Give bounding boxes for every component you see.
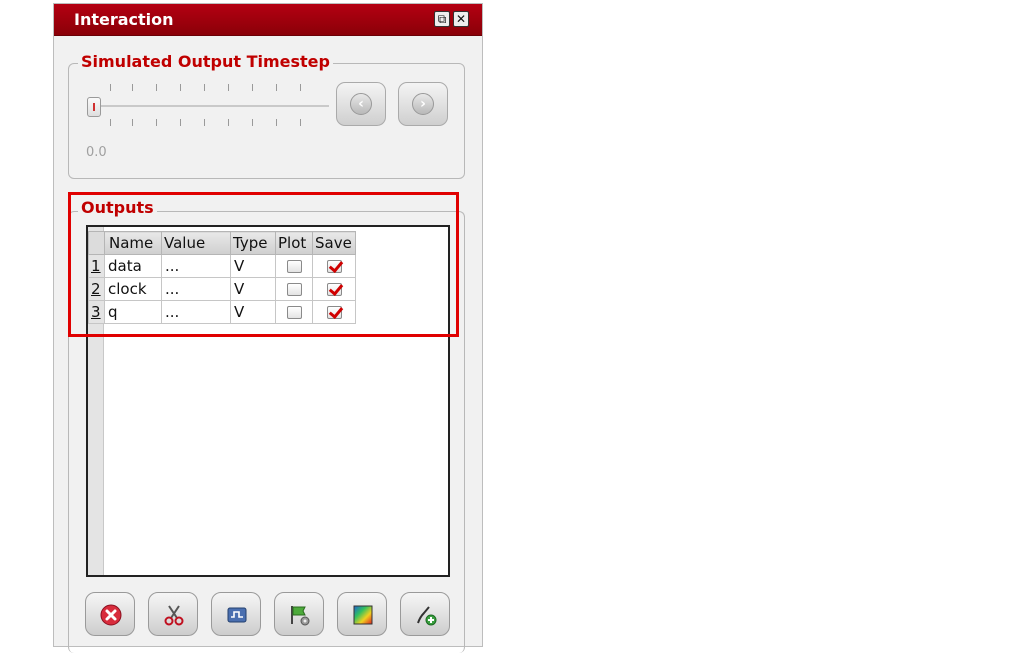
next-timestep-button[interactable]: › — [398, 82, 448, 126]
slider-tick — [110, 84, 111, 91]
delete-output-button[interactable] — [85, 592, 135, 636]
panel-title: Interaction — [74, 10, 174, 29]
arrow-right-icon: › — [412, 93, 434, 115]
slider-tick — [110, 119, 111, 126]
flag-settings-icon — [291, 606, 310, 626]
slider-tick — [228, 84, 229, 91]
timestep-value: 0.0 — [86, 145, 107, 160]
slider-handle[interactable] — [87, 97, 101, 117]
slider-tick — [132, 119, 133, 126]
waveform-button[interactable] — [211, 592, 261, 636]
slider-tick — [300, 84, 301, 91]
slider-tick — [276, 84, 277, 91]
slider-tick — [156, 84, 157, 91]
slider-tick — [204, 119, 205, 126]
slider-tick — [276, 119, 277, 126]
slider-tick — [252, 84, 253, 91]
add-probe-icon — [417, 606, 437, 626]
slider-tick — [252, 119, 253, 126]
delete-icon — [100, 604, 122, 626]
slider-tick — [180, 84, 181, 91]
arrow-left-icon: ‹ — [350, 93, 372, 115]
waveform-icon — [227, 607, 247, 623]
timestep-legend: Simulated Output Timestep — [78, 52, 333, 71]
restore-icon[interactable]: ⧉ — [434, 11, 450, 27]
slider-tick — [300, 119, 301, 126]
close-icon[interactable]: ✕ — [453, 11, 469, 27]
slider-track — [87, 105, 329, 107]
slider-tick — [156, 119, 157, 126]
slider-tick — [204, 84, 205, 91]
title-bar[interactable]: Interaction ⧉ ✕ — [54, 4, 482, 36]
slider-tick — [132, 84, 133, 91]
flag-settings-button[interactable] — [274, 592, 324, 636]
slider-tick — [180, 119, 181, 126]
outputs-highlight-box — [68, 192, 459, 337]
slider-tick — [228, 119, 229, 126]
color-map-button[interactable] — [337, 592, 387, 636]
add-probe-button[interactable] — [400, 592, 450, 636]
cut-icon — [164, 605, 184, 626]
color-map-icon — [353, 605, 373, 625]
cut-button[interactable] — [148, 592, 198, 636]
previous-timestep-button[interactable]: ‹ — [336, 82, 386, 126]
